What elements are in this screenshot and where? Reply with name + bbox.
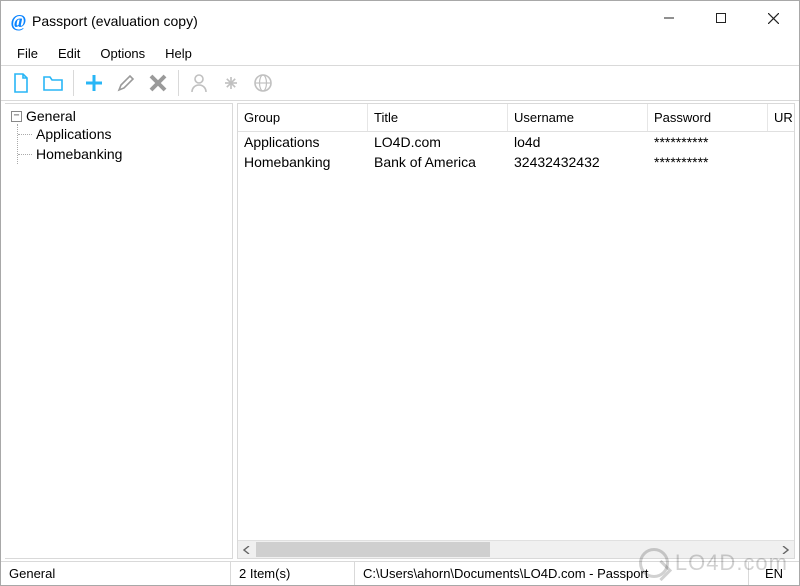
column-url[interactable]: UR — [768, 104, 795, 131]
cell-username: 32432432432 — [508, 152, 648, 172]
cell-title: Bank of America — [368, 152, 508, 172]
minimize-button[interactable] — [643, 1, 695, 35]
scroll-right-icon[interactable] — [776, 541, 794, 558]
scroll-thumb[interactable] — [256, 542, 490, 557]
password-button[interactable] — [216, 68, 246, 98]
column-group[interactable]: Group — [238, 104, 368, 131]
tree-panel[interactable]: − General Applications Homebanking — [5, 103, 233, 559]
tree-item-applications[interactable]: Applications — [18, 124, 226, 144]
toolbar-separator — [73, 70, 74, 96]
content-area: − General Applications Homebanking Group… — [1, 101, 799, 561]
tree-collapse-icon[interactable]: − — [11, 111, 22, 122]
column-title[interactable]: Title — [368, 104, 508, 131]
list-panel: Group Title Username Password UR Applica… — [237, 103, 795, 559]
list-header: Group Title Username Password UR — [238, 104, 794, 132]
cell-url — [768, 152, 794, 172]
titlebar: @ Passport (evaluation copy) — [1, 1, 799, 41]
close-button[interactable] — [747, 1, 799, 35]
tree-item-homebanking[interactable]: Homebanking — [18, 144, 226, 164]
list-row[interactable]: Homebanking Bank of America 32432432432 … — [238, 152, 794, 172]
cell-password: ********** — [648, 132, 768, 152]
list-row[interactable]: Applications LO4D.com lo4d ********** — [238, 132, 794, 152]
window-controls — [643, 1, 799, 41]
cell-title: LO4D.com — [368, 132, 508, 152]
menu-edit[interactable]: Edit — [48, 43, 90, 64]
list-body[interactable]: Applications LO4D.com lo4d ********** Ho… — [238, 132, 794, 540]
web-button[interactable] — [248, 68, 278, 98]
menu-options[interactable]: Options — [90, 43, 155, 64]
column-username[interactable]: Username — [508, 104, 648, 131]
app-icon: @ — [11, 11, 26, 32]
cell-group: Applications — [238, 132, 368, 152]
new-document-button[interactable] — [6, 68, 36, 98]
column-password[interactable]: Password — [648, 104, 768, 131]
status-group: General — [1, 562, 231, 585]
cell-url — [768, 132, 794, 152]
add-entry-button[interactable] — [79, 68, 109, 98]
tree-children: Applications Homebanking — [17, 124, 226, 164]
cell-group: Homebanking — [238, 152, 368, 172]
statusbar: General 2 Item(s) C:\Users\ahorn\Documen… — [1, 561, 799, 585]
app-window: @ Passport (evaluation copy) File Edit O… — [0, 0, 800, 586]
scroll-track[interactable] — [256, 541, 776, 558]
user-button[interactable] — [184, 68, 214, 98]
tree-root-label: General — [26, 108, 76, 124]
status-path: C:\Users\ahorn\Documents\LO4D.com - Pass… — [355, 562, 749, 585]
scroll-left-icon[interactable] — [238, 541, 256, 558]
delete-entry-button[interactable] — [143, 68, 173, 98]
open-folder-button[interactable] — [38, 68, 68, 98]
tree-root-item[interactable]: − General — [11, 108, 226, 124]
cell-username: lo4d — [508, 132, 648, 152]
tree-item-label: Applications — [36, 126, 112, 142]
toolbar-separator — [178, 70, 179, 96]
horizontal-scrollbar[interactable] — [238, 540, 794, 558]
menu-file[interactable]: File — [7, 43, 48, 64]
edit-entry-button[interactable] — [111, 68, 141, 98]
window-title: Passport (evaluation copy) — [32, 13, 198, 29]
menu-help[interactable]: Help — [155, 43, 202, 64]
toolbar — [1, 65, 799, 101]
maximize-button[interactable] — [695, 1, 747, 35]
cell-password: ********** — [648, 152, 768, 172]
menubar: File Edit Options Help — [1, 41, 799, 65]
tree-item-label: Homebanking — [36, 146, 122, 162]
status-language: EN — [749, 562, 799, 585]
status-item-count: 2 Item(s) — [231, 562, 355, 585]
